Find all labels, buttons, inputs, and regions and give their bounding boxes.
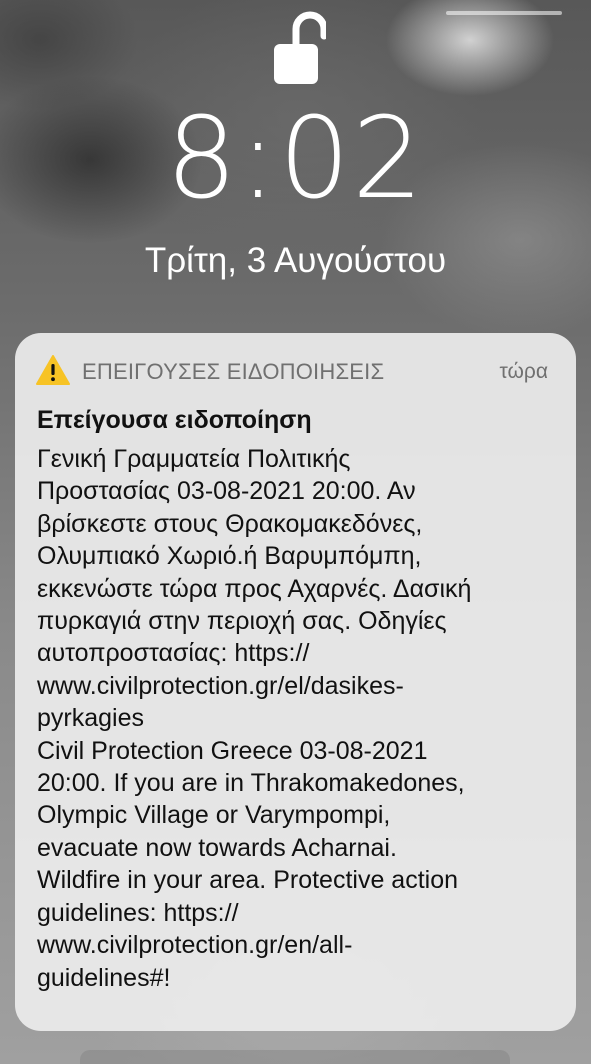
notification-body-line: πυρκαγιά στην περιοχή σας. Οδηγίες (37, 607, 447, 636)
notification-body-line: www.civilprotection.gr/el/dasikes- (37, 671, 404, 700)
notification-body-line: αυτοπροστασίας: https:// (37, 639, 310, 668)
notification-body-line: Γενική Γραμματεία Πολιτικής (37, 445, 351, 473)
lock-screen-time: 8:02 (165, 94, 426, 224)
notification-body-line: evacuate now towards Acharnai. (37, 833, 397, 862)
notification-body-line: Wildfire in your area. Protective action (37, 866, 459, 895)
notification-app-name: ΕΠΕΙΓΟΥΣΕΣ ΕΙΔΟΠΟΙΗΣΕΙΣ (82, 359, 385, 384)
notification-body-line: 20:00. If you are in Thrakomakedones, (37, 769, 465, 798)
notification-body-line: guidelines#! (37, 963, 171, 992)
notification-body-line: Ολυμπιακό Χωριό.ή Βαρυμπόμπη, (37, 542, 422, 571)
notification-time: τώρα (499, 360, 548, 383)
notification-body-line: Civil Protection Greece 03-08-2021 (37, 736, 428, 765)
notification-body-line: pyrkagies (37, 704, 144, 733)
lock-screen-date: Τρίτη, 3 Αυγούστου (144, 241, 447, 280)
notification-body-line: guidelines: https:// (37, 898, 239, 927)
emergency-alert-notification[interactable]: ΕΠΕΙΓΟΥΣΕΣ ΕΙΔΟΠΟΙΗΣΕΙΣ τώρα Επείγουσα ε… (15, 333, 576, 1031)
notification-body-line: www.civilprotection.gr/en/all- (37, 931, 353, 960)
control-center-indicator[interactable] (446, 11, 562, 15)
notification-body-line: Olympic Village or Varympompi, (37, 801, 391, 830)
next-notification-peek (80, 1050, 510, 1064)
notification-body-line: Προστασίας 03-08-2021 20:00. Αν (37, 477, 416, 506)
notification-body-line: βρίσκεστε στους Θρακομακεδόνες, (37, 509, 423, 538)
notification-title: Επείγουσα ειδοποίηση (37, 406, 312, 434)
notification-body: Γενική Γραμματεία Πολιτικής Προστασίας 03… (37, 443, 562, 994)
notification-body-line: εκκενώστε τώρα προς Αχαρνές. Δασική (37, 574, 472, 603)
unlocked-padlock-icon (274, 11, 326, 84)
warning-triangle-icon (36, 355, 70, 385)
